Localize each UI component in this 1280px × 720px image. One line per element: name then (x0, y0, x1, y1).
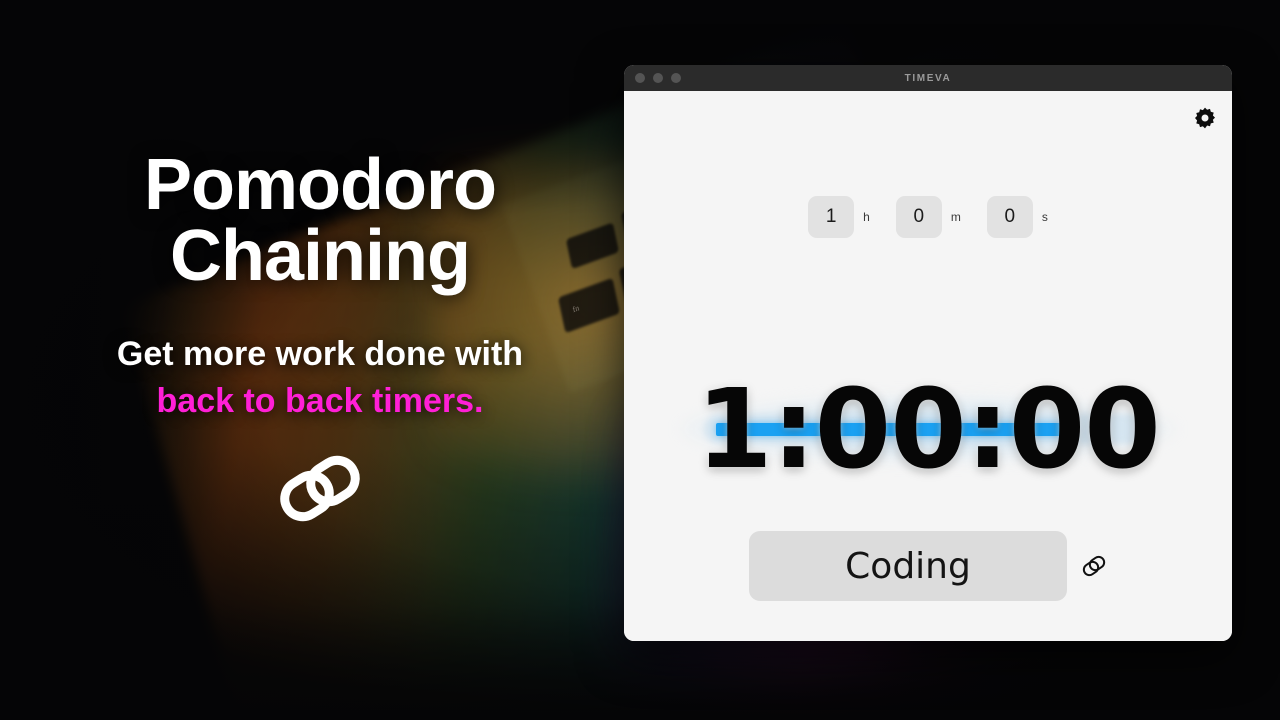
hours-group: h (808, 196, 870, 238)
promo-block: Pomodoro Chaining Get more work done wit… (0, 145, 640, 527)
chain-link-icon[interactable] (1081, 553, 1107, 579)
chain-link-icon (275, 451, 365, 527)
gear-icon[interactable] (1190, 103, 1220, 133)
task-name-input[interactable] (749, 531, 1067, 601)
promo-subtitle-line1: Get more work done with (116, 335, 524, 374)
minutes-unit-label: m (950, 210, 961, 224)
seconds-unit-label: s (1041, 210, 1048, 224)
promo-title: Pomodoro Chaining (144, 145, 497, 296)
seconds-group: s (986, 196, 1048, 238)
window-title: TIMEVA (904, 72, 952, 84)
duration-inputs: h m s (624, 196, 1232, 238)
minutes-input[interactable] (895, 196, 942, 238)
app-window: TIMEVA h m (624, 65, 1232, 641)
promo-subtitle-line2: back to back timers. (156, 382, 484, 420)
hours-unit-label: h (863, 210, 870, 224)
window-body: h m s 1:00:00 (624, 91, 1232, 641)
minutes-group: m (895, 196, 961, 238)
hours-input[interactable] (808, 196, 855, 238)
seconds-input[interactable] (986, 196, 1033, 238)
window-titlebar: TIMEVA (624, 65, 1232, 91)
countdown-display[interactable]: 1:00:00 (624, 341, 1232, 516)
task-row (624, 531, 1232, 601)
promo-subtitle: Get more work done with back to back tim… (0, 331, 640, 425)
countdown-text: 1:00:00 (696, 364, 1161, 493)
screen-root: control fn command Pomodoro Chaining Get… (0, 0, 1280, 720)
